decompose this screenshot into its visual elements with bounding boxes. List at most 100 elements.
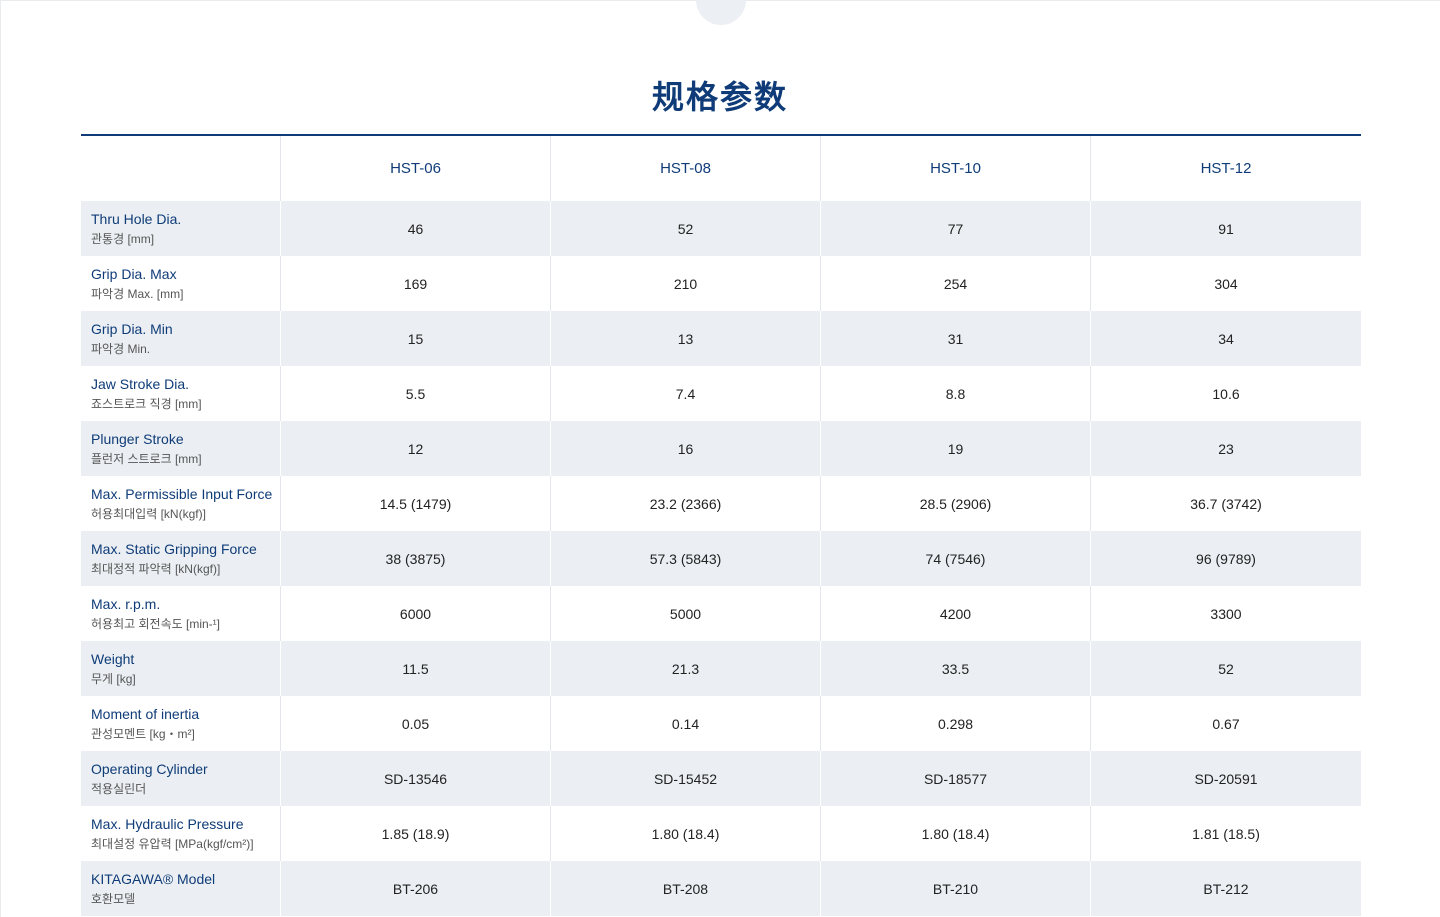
- row-label-cell: Operating Cylinder 적용실린더: [81, 751, 281, 806]
- value-cell: 5000: [551, 586, 821, 641]
- table-row: Grip Dia. Min 파악경 Min. 15 13 31 34: [81, 311, 1361, 366]
- value-cell: 57.3 (5843): [551, 531, 821, 586]
- model-header-cell: HST-06: [281, 136, 551, 201]
- value-cell: 3300: [1210, 605, 1242, 622]
- row-label-ko: 호환모델: [91, 891, 136, 906]
- value-cell: 11.5: [281, 641, 551, 696]
- value-cell: 96 (9789): [1196, 550, 1256, 567]
- row-label-cell: Max. Hydraulic Pressure 최대설정 유압력 [MPa(kgf…: [81, 806, 281, 861]
- row-label-en: Max. Static Gripping Force: [91, 540, 257, 557]
- value-cell: BT-208: [551, 861, 821, 916]
- value-cell: 21.3: [551, 641, 821, 696]
- row-label-en: Weight: [91, 650, 135, 667]
- value-cell: 7.4: [551, 366, 821, 421]
- value-cell: 0.14: [551, 696, 821, 751]
- value-cell: 6000: [281, 586, 551, 641]
- row-label-en: Max. Hydraulic Pressure: [91, 815, 244, 832]
- row-label-ko: 관통경 [mm]: [91, 231, 155, 246]
- table-row: KITAGAWA® Model 호환모델 BT-206 BT-208 BT-210 BT-…: [81, 861, 1361, 916]
- value-cell: 254: [821, 256, 1091, 311]
- table-row: Weight 무게 [kg] 11.5 21.3 33.5 52: [81, 641, 1361, 696]
- value-cell: 36.7 (3742): [1190, 495, 1262, 512]
- value-cell: 74 (7546): [821, 531, 1091, 586]
- table-row: Grip Dia. Max 파악경 Max. [mm] 169 210 254 304: [81, 256, 1361, 311]
- row-label-en: Max. Permissible Input Force: [91, 485, 273, 502]
- table-row: Max. Permissible Input Force 허용최대입력 [kN(k…: [81, 476, 1361, 531]
- row-label-en: Jaw Stroke Dia.: [91, 375, 190, 392]
- row-label-ko: 파악경 Max. [mm]: [91, 286, 184, 301]
- value-cell: 38 (3875): [281, 531, 551, 586]
- table-row: Operating Cylinder 적용실린더 SD-13546 SD-15452 S…: [81, 751, 1361, 806]
- table-row: Max. Static Gripping Force 최대정적 파악력 [kN(k…: [81, 531, 1361, 586]
- spec-table: HST-06 HST-08 HST-10 HST-12 Thru Hole Di…: [81, 134, 1361, 916]
- table-row: Moment of inertia 관성모멘트 [kg・m²] 0.05 0.14 0.…: [81, 696, 1361, 751]
- row-label-cell: Jaw Stroke Dia. 죠스트로크 직경 [mm]: [81, 366, 281, 421]
- page-title: 规格参数: [651, 79, 788, 115]
- value-cell: 28.5 (2906): [821, 476, 1091, 531]
- row-label-en: Grip Dia. Max: [91, 265, 177, 282]
- row-label-ko: 적용실린더: [91, 781, 147, 796]
- table-row: Thru Hole Dia. 관통경 [mm] 46 52 77 91: [81, 201, 1361, 256]
- value-cell: SD-18577: [821, 751, 1091, 806]
- header-corner-cell: [81, 136, 281, 201]
- table-row: Max. r.p.m. 허용최고 회전속도 [min-¹] 6000 5000 4200…: [81, 586, 1361, 641]
- row-label-cell: Max. r.p.m. 허용최고 회전속도 [min-¹]: [81, 586, 281, 641]
- value-cell: 0.05: [281, 696, 551, 751]
- table-header-row: HST-06 HST-08 HST-10 HST-12: [81, 136, 1361, 201]
- value-cell: 31: [821, 311, 1091, 366]
- row-label-en: KITAGAWA® Model: [91, 870, 216, 887]
- row-label-en: Moment of inertia: [91, 705, 200, 722]
- value-cell: SD-13546: [281, 751, 551, 806]
- value-cell: BT-206: [281, 861, 551, 916]
- value-cell: 1.81 (18.5): [1192, 825, 1260, 842]
- value-cell: 77: [821, 201, 1091, 256]
- value-cell: BT-210: [821, 861, 1091, 916]
- row-label-ko: 플런저 스트로크 [mm]: [91, 451, 202, 466]
- row-label-ko: 죠스트로크 직경 [mm]: [91, 396, 202, 411]
- row-label-cell: Weight 무게 [kg]: [81, 641, 281, 696]
- row-label-cell: Max. Static Gripping Force 최대정적 파악력 [kN(k…: [81, 531, 281, 586]
- value-cell: 10.6: [1212, 385, 1240, 402]
- value-cell: 0.67: [1212, 715, 1240, 732]
- value-cell: 14.5 (1479): [281, 476, 551, 531]
- row-label-cell: Max. Permissible Input Force 허용최대입력 [kN(k…: [81, 476, 281, 531]
- value-cell: 33.5: [821, 641, 1091, 696]
- value-cell: 12: [281, 421, 551, 476]
- value-cell: 4200: [821, 586, 1091, 641]
- model-header-cell: HST-08: [551, 136, 821, 201]
- scroll-top-circle[interactable]: [696, 0, 746, 25]
- value-cell: SD-20591: [1194, 770, 1258, 787]
- value-cell: 23: [1218, 440, 1234, 457]
- row-label-cell: Moment of inertia 관성모멘트 [kg・m²]: [81, 696, 281, 751]
- value-cell: 16: [551, 421, 821, 476]
- row-label-cell: Thru Hole Dia. 관통경 [mm]: [81, 201, 281, 256]
- value-cell: 304: [1214, 275, 1238, 292]
- row-label-ko: 최대정적 파악력 [kN(kgf)]: [91, 561, 221, 576]
- value-cell: BT-212: [1203, 880, 1249, 897]
- value-cell: 8.8: [821, 366, 1091, 421]
- row-label-ko: 관성모멘트 [kg・m²]: [91, 726, 195, 741]
- model-header-cell: HST-12: [1200, 160, 1252, 177]
- value-cell: 1.80 (18.4): [551, 806, 821, 861]
- value-cell: 91: [1218, 220, 1234, 237]
- row-label-cell: KITAGAWA® Model 호환모델: [81, 861, 281, 916]
- row-label-cell: Grip Dia. Min 파악경 Min.: [81, 311, 281, 366]
- value-cell: 210: [551, 256, 821, 311]
- row-label-en: Operating Cylinder: [91, 760, 208, 777]
- row-label-en: Plunger Stroke: [91, 430, 184, 447]
- row-label-ko: 무게 [kg]: [91, 671, 136, 686]
- value-cell: SD-15452: [551, 751, 821, 806]
- value-cell: 1.85 (18.9): [281, 806, 551, 861]
- row-label-en: Grip Dia. Min: [91, 320, 173, 337]
- row-label-ko: 허용최고 회전속도 [min-¹]: [91, 616, 220, 631]
- row-label-ko: 허용최대입력 [kN(kgf)]: [91, 506, 206, 521]
- value-cell: 169: [281, 256, 551, 311]
- value-cell: 1.80 (18.4): [821, 806, 1091, 861]
- value-cell: 23.2 (2366): [551, 476, 821, 531]
- row-label-en: Max. r.p.m.: [91, 595, 161, 612]
- value-cell: 52: [551, 201, 821, 256]
- model-header-cell: HST-10: [821, 136, 1091, 201]
- value-cell: 19: [821, 421, 1091, 476]
- row-label-cell: Plunger Stroke 플런저 스트로크 [mm]: [81, 421, 281, 476]
- value-cell: 34: [1218, 330, 1234, 347]
